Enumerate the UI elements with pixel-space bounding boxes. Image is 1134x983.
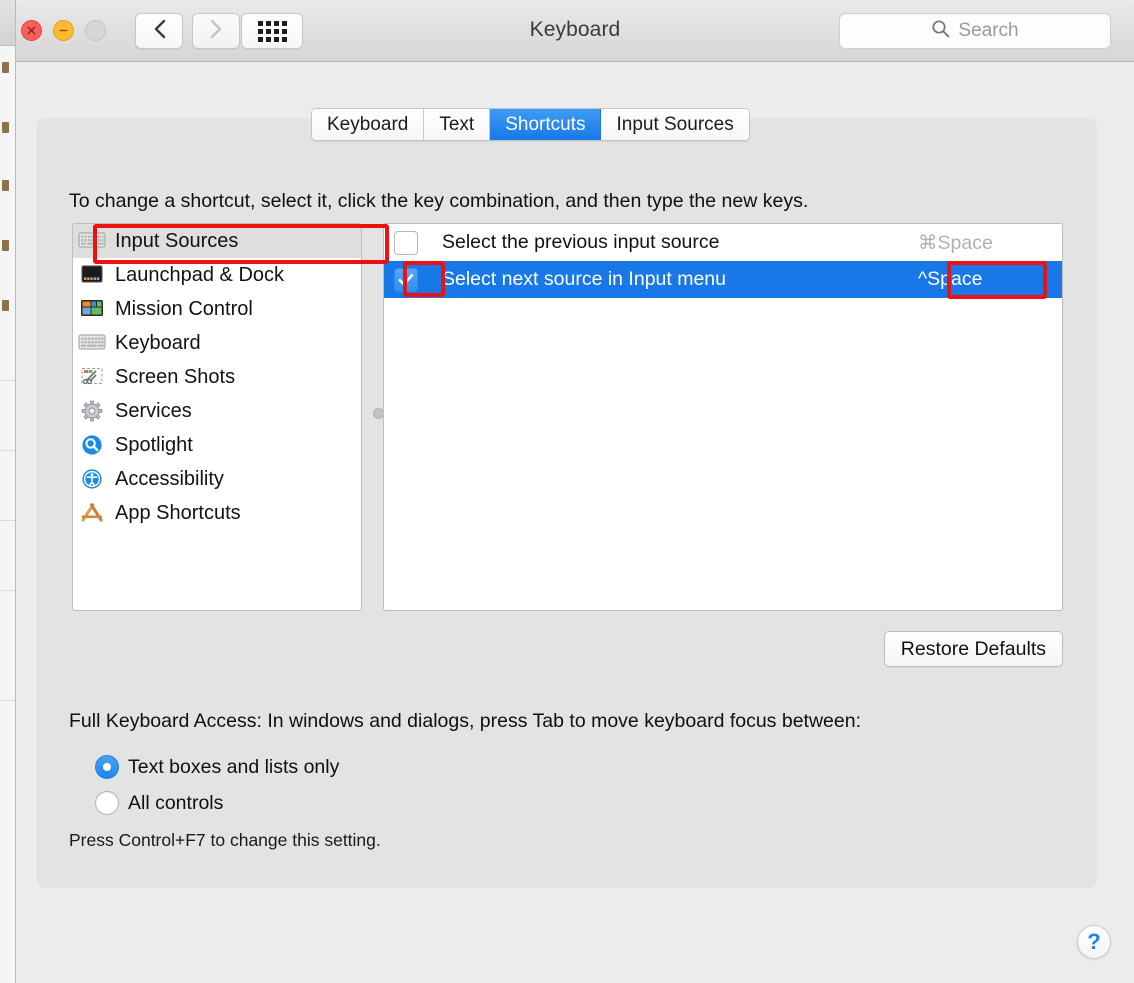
window-titlebar: Keyboard Search: [16, 0, 1134, 62]
tab-keyboard[interactable]: Keyboard: [312, 109, 425, 140]
background-window-rule: [0, 520, 15, 521]
radio-text-boxes-and-lists-only[interactable]: Text boxes and lists only: [95, 755, 339, 779]
search-input[interactable]: Search: [839, 13, 1111, 49]
shortcut-category-list[interactable]: Input Sources Launchpad & Dock Mission C…: [72, 223, 362, 611]
radio-label: Text boxes and lists only: [128, 755, 340, 778]
sidebar-item-label: Accessibility: [115, 468, 224, 490]
shortcut-checkbox[interactable]: [394, 230, 418, 255]
background-window-titlebar: [0, 0, 15, 46]
launchpad-dock-icon: [78, 264, 106, 286]
full-keyboard-access-title: Full Keyboard Access: In windows and dia…: [69, 710, 861, 732]
help-button[interactable]: ?: [1077, 925, 1111, 959]
shortcut-label: Select next source in Input menu: [442, 268, 726, 290]
table-row[interactable]: Select next source in Input menu ^Space: [384, 261, 1062, 298]
search-placeholder: Search: [958, 20, 1019, 41]
sidebar-item-spotlight[interactable]: Spotlight: [73, 428, 361, 462]
background-window-fleck: [2, 122, 9, 133]
tab-bar: Keyboard Text Shortcuts Input Sources: [311, 108, 750, 141]
background-window-fleck: [2, 180, 9, 191]
sidebar-item-label: Keyboard: [115, 332, 201, 354]
sidebar-item-app-shortcuts[interactable]: App Shortcuts: [73, 496, 361, 530]
background-window-fleck: [2, 240, 9, 251]
sidebar-item-services[interactable]: Services: [73, 394, 361, 428]
screenshot-icon: [78, 366, 106, 388]
search-icon: [931, 19, 950, 43]
preferences-content-panel: Keyboard Text Shortcuts Input Sources To…: [37, 108, 1097, 888]
shortcut-checkbox[interactable]: [394, 267, 418, 292]
sidebar-item-label: Spotlight: [115, 434, 193, 456]
mission-control-icon: [78, 298, 106, 320]
sidebar-item-label: Services: [115, 400, 192, 422]
sidebar-item-input-sources[interactable]: Input Sources: [73, 224, 361, 258]
shortcut-key[interactable]: ^Space: [912, 268, 1062, 291]
spotlight-icon: [78, 434, 106, 456]
app-shortcuts-icon: [78, 502, 106, 524]
sidebar-item-accessibility[interactable]: Accessibility: [73, 462, 361, 496]
sidebar-item-label: Mission Control: [115, 298, 253, 320]
radio-label: All controls: [128, 791, 224, 814]
shortcut-key[interactable]: ⌘Space: [912, 231, 1062, 255]
background-window-rule: [0, 700, 15, 701]
accessibility-icon: [78, 468, 106, 490]
background-window-rule: [0, 380, 15, 381]
background-window-rule: [0, 450, 15, 451]
background-window-fleck: [2, 300, 9, 311]
radio-all-controls[interactable]: All controls: [95, 791, 223, 815]
shortcut-label: Select the previous input source: [442, 231, 720, 253]
background-window-sliver[interactable]: [0, 0, 16, 983]
keyboard-icon: [78, 230, 106, 252]
radio-button[interactable]: [95, 791, 119, 815]
sidebar-item-mission-control[interactable]: Mission Control: [73, 292, 361, 326]
sidebar-item-label: Screen Shots: [115, 366, 236, 388]
sidebar-item-keyboard[interactable]: Keyboard: [73, 326, 361, 360]
full-keyboard-access-note: Press Control+F7 to change this setting.: [69, 830, 381, 850]
shortcut-list[interactable]: Select the previous input source ⌘Space …: [383, 223, 1063, 611]
keyboard-icon: [78, 332, 106, 354]
sidebar-item-label: Launchpad & Dock: [115, 264, 285, 286]
tab-input-sources[interactable]: Input Sources: [601, 109, 749, 140]
table-row[interactable]: Select the previous input source ⌘Space: [384, 224, 1062, 261]
gear-icon: [78, 400, 106, 422]
sidebar-item-label: App Shortcuts: [115, 502, 241, 524]
sidebar-item-screen-shots[interactable]: Screen Shots: [73, 360, 361, 394]
sidebar-item-label: Input Sources: [115, 230, 239, 252]
sidebar-item-launchpad-dock[interactable]: Launchpad & Dock: [73, 258, 361, 292]
tab-text[interactable]: Text: [424, 109, 491, 140]
keyboard-preferences-window: Keyboard Search Keyboard Text Shortcuts …: [16, 0, 1134, 983]
radio-button[interactable]: [95, 755, 119, 779]
restore-defaults-button[interactable]: Restore Defaults: [883, 631, 1063, 667]
tab-shortcuts[interactable]: Shortcuts: [490, 109, 602, 140]
background-window-fleck: [2, 62, 9, 73]
instruction-text: To change a shortcut, select it, click t…: [69, 190, 809, 212]
background-window-rule: [0, 590, 15, 591]
